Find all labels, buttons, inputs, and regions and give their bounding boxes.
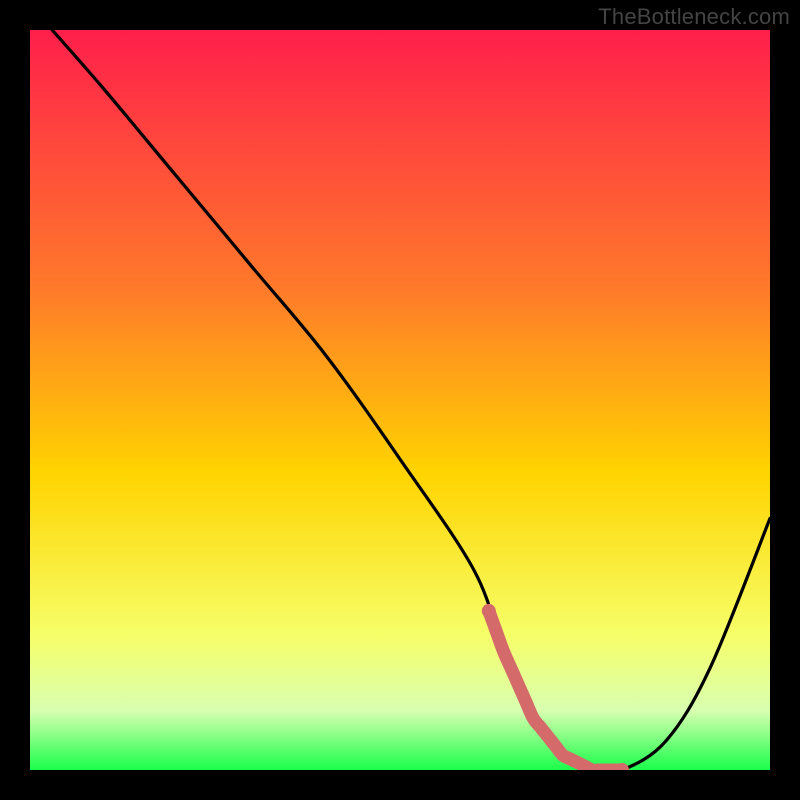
chart-container: TheBottleneck.com [0, 0, 800, 800]
gradient-background [30, 30, 770, 770]
watermark-label: TheBottleneck.com [598, 4, 790, 30]
plot-area [30, 30, 770, 770]
